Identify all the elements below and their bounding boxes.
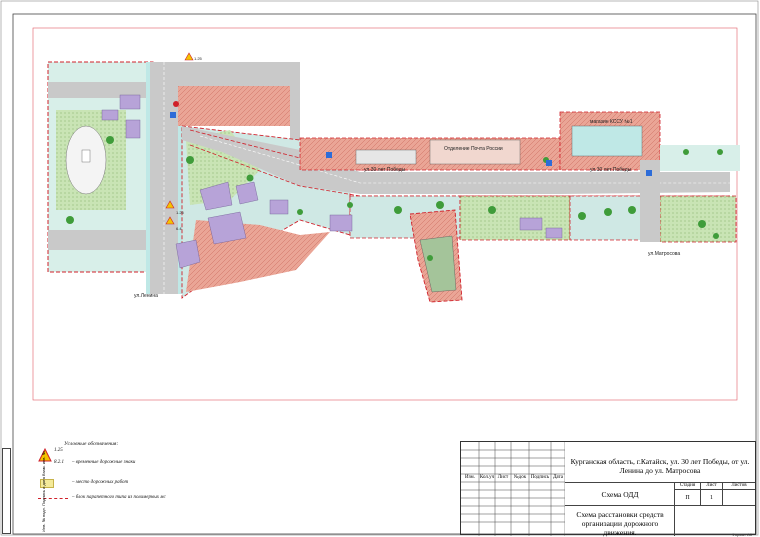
legend-item-work-zone: – место дорожных работ [72, 480, 129, 485]
project-title: Курганская область, г.Катайск, ул. 30 ле… [570, 457, 750, 475]
side-strip-text: Инв. № подл. Подпись и дата Взам. инв. № [40, 451, 46, 532]
hdr-list: Лист [497, 475, 509, 480]
sign-label-3: 1.25 [194, 56, 202, 61]
street-label-pobedy-east: ул.30 лет Победы [590, 167, 632, 173]
sign-label-1: 1.25 [176, 210, 184, 215]
title-block: Изм. Кол.уч Лист №док Подпись Дата Курга… [460, 441, 756, 537]
description-cell: Схема расстановки средств организации до… [565, 506, 675, 537]
hdr-ndoc: №док [513, 475, 527, 480]
hdr-izm: Изм. [465, 475, 475, 480]
legend-sign-code-1: 1.25 [54, 448, 63, 453]
north-road [178, 62, 300, 86]
legend-sign-code-2: 8.2.1 [54, 460, 64, 465]
format-label: Формат А3 [731, 532, 752, 537]
monument [81, 149, 91, 163]
drawing-sheet: ул.30 лет Победы ул.30 лет Победы ул.Лен… [0, 0, 760, 537]
street-label-lenina: ул.Ленина [134, 293, 158, 299]
west-road-south [48, 230, 153, 250]
side-strip: Инв. № подл. Подпись и дата Взам. инв. № [2, 448, 46, 534]
legend-title: Условные обозначения: [64, 441, 119, 447]
south-block-4 [659, 195, 737, 243]
stage-label: Стадия [675, 482, 701, 490]
legend-item-signs: – временные дорожные знаки [72, 460, 136, 465]
scheme-name: Схема ОДД [601, 490, 639, 499]
label-shop: магазин КССУ №1 [590, 119, 633, 125]
project-title-cell: Курганская область, г.Катайск, ул. 30 ле… [565, 442, 755, 483]
street-label-matrosova: ул.Матросова [648, 251, 681, 257]
sign-label-2: 6.4 [176, 226, 182, 231]
sheets-label: Листов [723, 482, 755, 490]
sheet-label: Лист [701, 482, 723, 490]
hdr-sign: Подпись [530, 475, 550, 480]
north-red-zone [178, 86, 298, 126]
description: Схема расстановки средств организации до… [576, 510, 664, 537]
label-post-office: Отделение Почта России [444, 146, 503, 152]
hdr-date: Дата [553, 475, 563, 480]
hdr-kol: Кол.уч [479, 475, 495, 480]
sheet-value: 1 [701, 490, 723, 506]
legend-item-barrier: – блок парапетного типа из полимерных мс [72, 495, 166, 500]
stage-value: П [675, 490, 701, 506]
sheets-value [723, 490, 755, 506]
title-grid [461, 442, 565, 536]
scheme-name-cell: Схема ОДД [565, 482, 675, 506]
south-red-zone [186, 220, 330, 292]
legend: Условные обозначения: 1.25 8.2.1 – време… [36, 438, 236, 518]
street-label-pobedy-west: ул.30 лет Победы [364, 167, 406, 173]
